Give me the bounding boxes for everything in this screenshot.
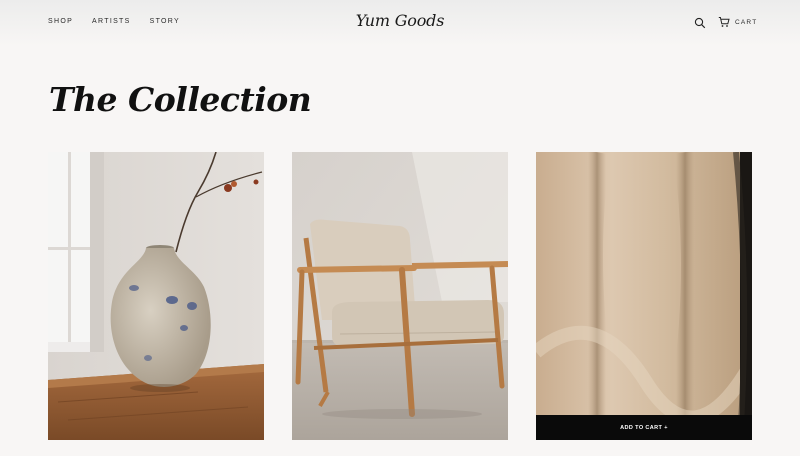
cart-label: CART [735, 18, 758, 26]
product-card-chair[interactable] [292, 152, 508, 440]
search-icon[interactable] [694, 17, 706, 29]
product-image-throw [536, 152, 752, 440]
page-title: The Collection [49, 80, 312, 119]
add-to-cart-button[interactable]: ADD TO CART + [536, 415, 752, 440]
product-image-vase [48, 152, 264, 440]
product-card-vase[interactable] [48, 152, 264, 440]
cart-button[interactable]: CART [718, 16, 757, 28]
product-image-chair [292, 152, 508, 440]
product-card-throw[interactable]: ADD TO CART + [536, 152, 752, 440]
site-header: SHOP ARTISTS STORY Yum Goods CART [0, 0, 800, 46]
brand-logo[interactable]: Yum Goods [0, 11, 800, 30]
cart-icon [718, 17, 730, 27]
